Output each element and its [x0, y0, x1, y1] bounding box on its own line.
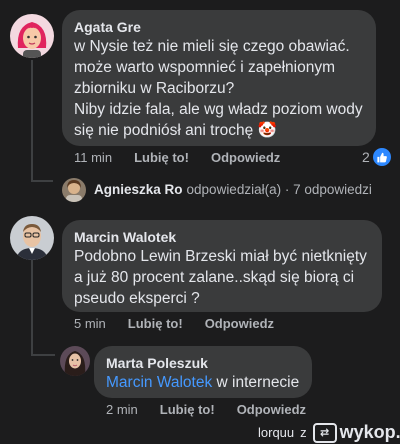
comment-line: się nie podniósł ani trochę 🤡: [74, 122, 277, 139]
avatar-agnieszka[interactable]: [62, 178, 86, 202]
comment-text: Marcin Walotek w internecie: [106, 372, 300, 393]
comment-bubble-marcin: Marcin Walotek Podobno Lewin Brzeski mia…: [62, 220, 382, 312]
avatar-agata-image: [10, 14, 54, 58]
comment-actions: 11 min Lubię to! Odpowiedz: [74, 150, 302, 165]
comment-line: w Nysie też nie mieli się czego obawiać.: [74, 38, 350, 55]
comment-author[interactable]: Marta Poleszuk: [106, 354, 300, 372]
wykop-logo-icon: ⇄: [312, 422, 337, 443]
avatar-agnieszka-image: [62, 178, 86, 202]
avatar-marta-image: [60, 346, 90, 376]
comment-actions: 2 min Lubię to! Odpowiedz: [106, 402, 328, 417]
wykop-watermark: lorquu z ⇄ wykop.pl: [258, 422, 400, 443]
comment-author[interactable]: Agata Gre: [74, 18, 364, 36]
comment-time[interactable]: 5 min: [74, 316, 106, 331]
comment-text: Podobno Lewin Brzeski miał być nietknięt…: [74, 246, 370, 309]
comment-line: Podobno Lewin Brzeski miał być nietknięt…: [74, 248, 367, 265]
thread-line-1-curve: [31, 180, 53, 182]
comment-bubble-marta: Marta Poleszuk Marcin Walotek w internec…: [94, 346, 312, 398]
mention-link[interactable]: Marcin Walotek: [106, 374, 212, 391]
like-button[interactable]: Lubię to!: [160, 402, 215, 417]
comment-time[interactable]: 2 min: [106, 402, 138, 417]
avatar-marcin-image: [10, 216, 54, 260]
thread-line-2: [31, 260, 33, 355]
comment-text-rest: w internecie: [212, 374, 300, 391]
like-button[interactable]: Lubię to!: [134, 150, 189, 165]
comment-time[interactable]: 11 min: [74, 150, 112, 165]
reaction-summary[interactable]: 2: [362, 148, 391, 166]
watermark-sep: z: [300, 425, 307, 440]
comment-author[interactable]: Marcin Walotek: [74, 228, 370, 246]
reply-button[interactable]: Odpowiedz: [237, 402, 306, 417]
thread-line-1: [31, 60, 33, 182]
comment-text: w Nysie też nie mieli się czego obawiać.…: [74, 36, 364, 141]
avatar-marcin[interactable]: [10, 216, 54, 260]
reply-button[interactable]: Odpowiedz: [205, 316, 274, 331]
comment-actions: 5 min Lubię to! Odpowiedz: [74, 316, 296, 331]
like-icon: [372, 148, 391, 166]
like-button[interactable]: Lubię to!: [128, 316, 183, 331]
thread-line-2-curve: [31, 354, 55, 356]
comment-line: pseudo eksperci ?: [74, 290, 200, 307]
comment-line: zbiorniku w Raciborzu?: [74, 80, 235, 97]
watermark-site: wykop.pl: [339, 422, 400, 442]
reaction-count: 2: [362, 149, 370, 165]
comment-line: może warto wspomnieć i zapełnionym: [74, 59, 336, 76]
comment-bubble-agata: Agata Gre w Nysie też nie mieli się czeg…: [62, 10, 376, 146]
avatar-agata[interactable]: [10, 14, 54, 58]
reply-summary: odpowiedział(a) · 7 odpowiedzi: [186, 182, 372, 197]
reply-author: Agnieszka Ro: [94, 182, 183, 197]
avatar-marta[interactable]: [60, 346, 90, 376]
wykop-logo: ⇄ wykop.pl: [312, 422, 400, 443]
comment-line: a już 80 procent zalane..skąd się biorą …: [74, 269, 355, 286]
comment-line: Niby idzie fala, ale wg władz poziom wod…: [74, 101, 363, 118]
reply-button[interactable]: Odpowiedz: [211, 150, 280, 165]
watermark-user: lorquu: [258, 425, 295, 440]
view-replies-link[interactable]: Agnieszka Ro odpowiedział(a) · 7 odpowie…: [94, 182, 372, 197]
